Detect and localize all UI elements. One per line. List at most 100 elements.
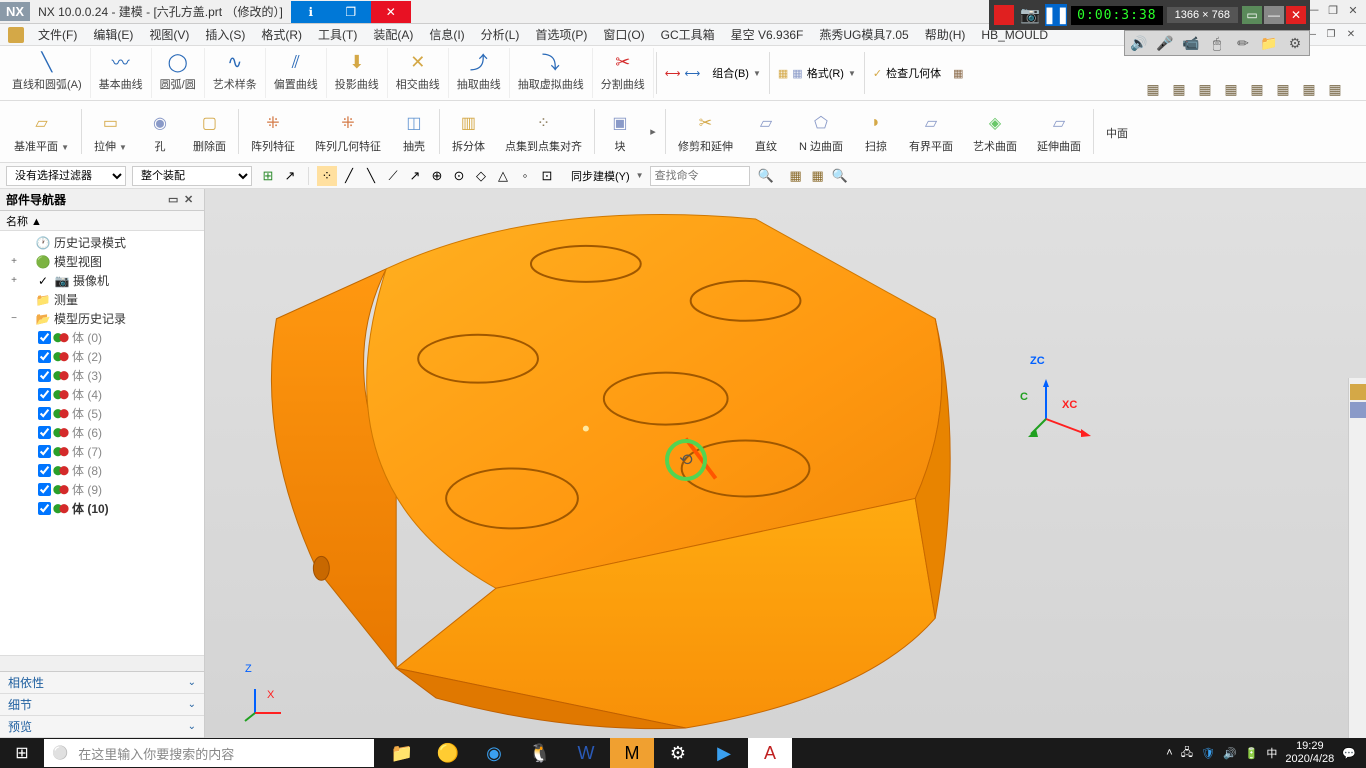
nx-menu-icon[interactable]	[8, 27, 24, 43]
snap-icon-5[interactable]: ↗	[405, 166, 425, 186]
snap-icon-6[interactable]: ⊕	[427, 166, 447, 186]
menu-format[interactable]: 格式(R)	[253, 24, 310, 45]
tray-ime-icon[interactable]: 中	[1266, 745, 1277, 761]
ribbon-delete-face[interactable]: ▢删除面	[183, 105, 236, 158]
ribbon-extract-curve[interactable]: ⤴ 抽取曲线	[449, 48, 510, 98]
ribbon-extend-surface[interactable]: ▱延伸曲面	[1027, 105, 1091, 158]
ribbon-format-small[interactable]: ▦ ▦ 格式(R) ▼	[772, 48, 862, 98]
filter-icon-toggle[interactable]: ⊞	[258, 166, 278, 186]
menu-window[interactable]: 窗口(O)	[595, 24, 652, 45]
outer-close-button[interactable]: ✕	[1344, 2, 1362, 18]
tree-item-7[interactable]: ⬤⬤体 (3)	[2, 366, 202, 385]
ribbon-arc-circle[interactable]: ◯ 圆弧/圆	[152, 48, 205, 98]
tree-item-3[interactable]: 📁测量	[2, 290, 202, 309]
menu-preferences[interactable]: 首选项(P)	[527, 24, 595, 45]
tray-volume-icon[interactable]: 🔊	[1223, 747, 1237, 760]
ribbon-more-arrow[interactable]: ▸	[643, 105, 663, 158]
mdi-close-button[interactable]: ✕	[1342, 27, 1360, 43]
menu-tools[interactable]: 工具(T)	[310, 24, 365, 45]
extra-icon-3[interactable]: ▦	[1194, 78, 1216, 100]
tree-item-0[interactable]: 🕐历史记录模式	[2, 233, 202, 252]
extra-icon-6[interactable]: ▦	[1272, 78, 1294, 100]
tree-checkbox[interactable]	[38, 483, 51, 496]
rec-webcam-icon[interactable]: 📹	[1181, 33, 1201, 53]
snap-icon-3[interactable]: ╲	[361, 166, 381, 186]
taskbar-qq[interactable]: 🐧	[518, 738, 562, 768]
rec-stop-button[interactable]	[993, 4, 1015, 26]
tree-item-11[interactable]: ⬤⬤体 (7)	[2, 442, 202, 461]
snap-icon-1[interactable]: ⁘	[317, 166, 337, 186]
tree-item-2[interactable]: +✓📷摄像机	[2, 271, 202, 290]
ribbon-check-geometry[interactable]: ✓ 检查几何体	[867, 48, 947, 98]
ribbon-point-align[interactable]: ⁘点集到点集对齐	[495, 105, 592, 158]
section-preview[interactable]: 预览⌄	[0, 716, 204, 738]
menu-gctoolbox[interactable]: GC工具箱	[653, 24, 723, 45]
assembly-scope-combo[interactable]: 整个装配	[132, 166, 252, 186]
panel-pin-icon[interactable]: ▭	[168, 193, 182, 207]
tray-chevron-icon[interactable]: ˄	[1166, 747, 1172, 759]
tree-checkbox[interactable]	[38, 426, 51, 439]
rec-camera-button[interactable]: 📷	[1019, 4, 1041, 26]
ribbon-block[interactable]: ▣块	[597, 105, 643, 158]
outer-restore-button[interactable]: ❐	[1324, 2, 1342, 18]
section-detail[interactable]: 细节⌄	[0, 694, 204, 716]
ribbon-split-body[interactable]: ▥拆分体	[442, 105, 495, 158]
snap-icon-10[interactable]: ◦	[515, 166, 535, 186]
ribbon-project-curve[interactable]: ⬇ 投影曲线	[327, 48, 388, 98]
rec-folder-icon[interactable]: 📁	[1259, 33, 1279, 53]
tree-checkbox[interactable]	[38, 464, 51, 477]
taskbar-app-a[interactable]: A	[748, 738, 792, 768]
tree-item-13[interactable]: ⬤⬤体 (9)	[2, 480, 202, 499]
section-dependency[interactable]: 相依性⌄	[0, 672, 204, 694]
menu-edit[interactable]: 编辑(E)	[85, 24, 141, 45]
tree-item-8[interactable]: ⬤⬤体 (4)	[2, 385, 202, 404]
tree-checkbox[interactable]	[38, 369, 51, 382]
horizontal-scrollbar[interactable]	[0, 655, 204, 671]
tree-checkbox[interactable]	[38, 445, 51, 458]
toolbar-icon-a[interactable]: ▦	[786, 166, 806, 186]
snap-icon-8[interactable]: ◇	[471, 166, 491, 186]
taskbar-settings[interactable]: ⚙	[656, 738, 700, 768]
menu-info[interactable]: 信息(I)	[421, 24, 472, 45]
tree-item-5[interactable]: ⬤⬤体 (0)	[2, 328, 202, 347]
extra-icon-7[interactable]: ▦	[1298, 78, 1320, 100]
ribbon-hole[interactable]: ◉孔	[137, 105, 183, 158]
tree-item-9[interactable]: ⬤⬤体 (5)	[2, 404, 202, 423]
panel-close-icon[interactable]: ✕	[184, 193, 198, 207]
extra-icon-1[interactable]: ▦	[1142, 78, 1164, 100]
tray-notifications-icon[interactable]: 💬	[1342, 747, 1356, 760]
tray-battery-icon[interactable]: 🔋	[1245, 747, 1259, 760]
taskbar-app-blue[interactable]: ◉	[472, 738, 516, 768]
filter-icon-arrow[interactable]: ↗	[280, 166, 300, 186]
tree-item-10[interactable]: ⬤⬤体 (6)	[2, 423, 202, 442]
ribbon-dimension-icons[interactable]: ⟷⟷	[659, 48, 707, 98]
menu-analysis[interactable]: 分析(L)	[473, 24, 528, 45]
ribbon-offset-curve[interactable]: ⫽ 偏置曲线	[266, 48, 327, 98]
ribbon-split-curve[interactable]: ✂ 分割曲线	[593, 48, 654, 98]
rec-pause-button[interactable]: ❚❚	[1045, 4, 1067, 26]
tree-checkbox[interactable]	[38, 502, 51, 515]
column-header-name[interactable]: 名称 ▲	[0, 211, 204, 231]
tree-checkbox[interactable]	[38, 407, 51, 420]
ribbon-midsurface[interactable]: 中面	[1096, 105, 1138, 158]
info-button[interactable]: ℹ	[291, 1, 331, 23]
taskbar-app-play[interactable]: ▶	[702, 738, 746, 768]
ribbon-sweep[interactable]: ◗扫掠	[853, 105, 899, 158]
close-button[interactable]: ✕	[371, 1, 411, 23]
extra-icon-4[interactable]: ▦	[1220, 78, 1242, 100]
rec-settings-icon[interactable]: ⚙	[1285, 33, 1305, 53]
tree-checkbox[interactable]	[38, 350, 51, 363]
tray-shield-icon[interactable]: 🛡	[1201, 747, 1215, 760]
menu-file[interactable]: 文件(F)	[30, 24, 85, 45]
search-icon[interactable]: 🔍	[756, 166, 776, 186]
menu-starsky[interactable]: 星空 V6.936F	[723, 24, 812, 45]
rec-restore-button[interactable]: —	[1264, 6, 1284, 24]
ribbon-pattern-feature[interactable]: ⁜阵列特征	[241, 105, 305, 158]
taskbar-explorer[interactable]: 📁	[380, 738, 424, 768]
ribbon-combo-combine[interactable]: 组合(B) ▼	[706, 48, 767, 98]
tree-item-1[interactable]: +🟢模型视图	[2, 252, 202, 271]
extra-icon-5[interactable]: ▦	[1246, 78, 1268, 100]
tree-checkbox[interactable]	[38, 331, 51, 344]
ribbon-misc-icon[interactable]: ▦	[947, 48, 969, 98]
extra-icon-8[interactable]: ▦	[1324, 78, 1346, 100]
